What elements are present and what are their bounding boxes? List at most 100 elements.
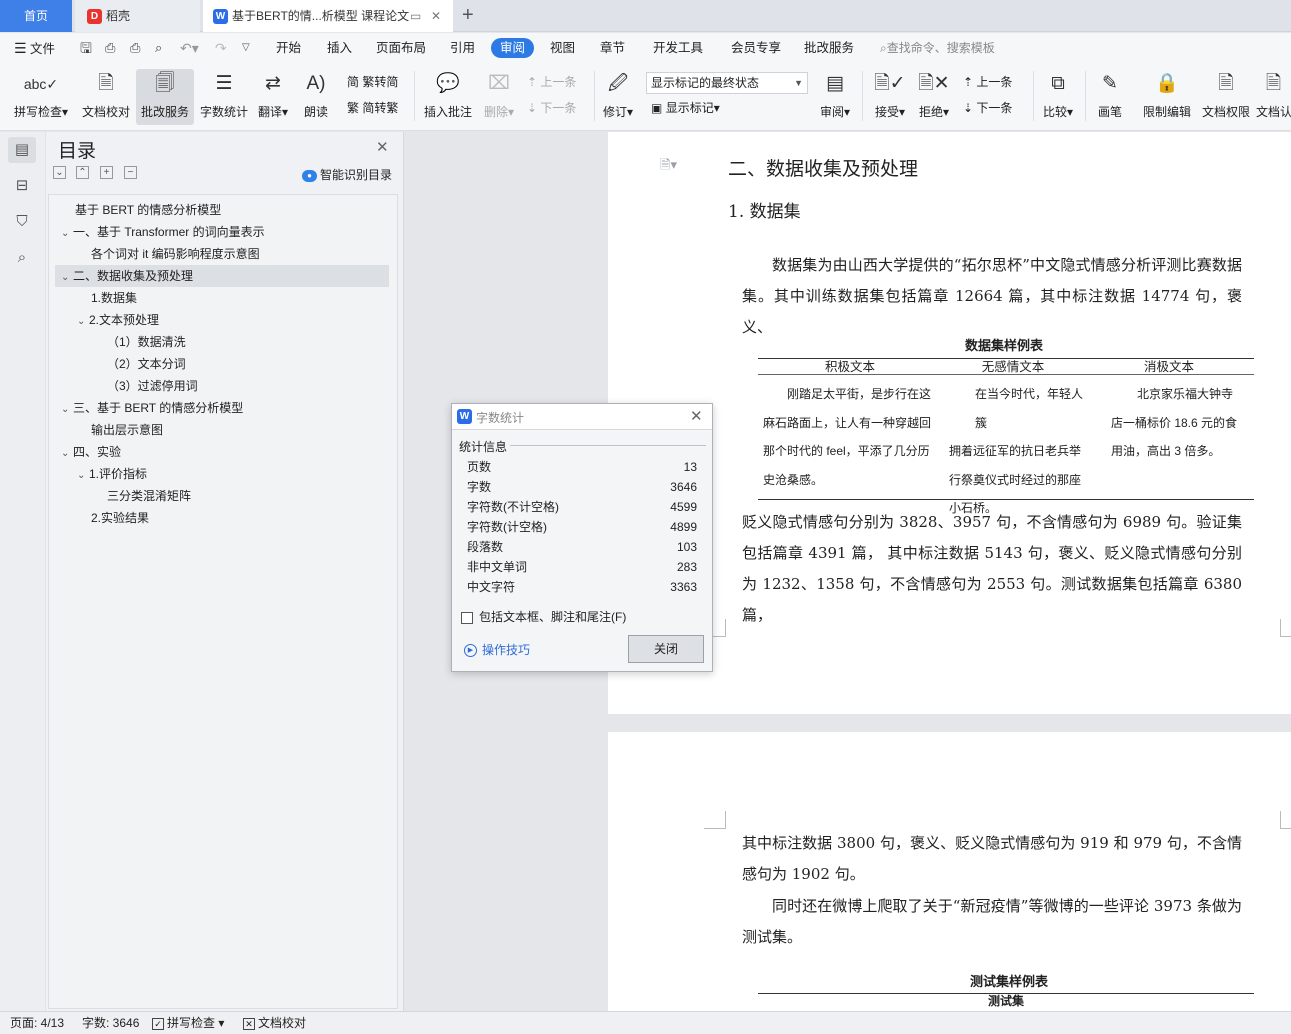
menu-member[interactable]: 会员专享: [731, 33, 781, 63]
toc-item[interactable]: ⌄ 三、基于 BERT 的情感分析模型: [55, 397, 389, 419]
menu-start[interactable]: 开始: [276, 33, 301, 63]
chevron-down-icon[interactable]: ⌄: [61, 223, 73, 245]
wps-writer-icon: W: [213, 9, 228, 25]
menu-references[interactable]: 引用: [450, 33, 475, 63]
navigation-icon[interactable]: ⊟: [8, 173, 36, 199]
toc-item[interactable]: 基于 BERT 的情感分析模型: [55, 199, 389, 221]
toc-item[interactable]: ⌄ 1.评价指标: [55, 463, 389, 485]
chevron-down-icon[interactable]: ⌄: [61, 399, 73, 421]
toc-item[interactable]: （3）过滤停用词: [55, 375, 389, 397]
compare-button[interactable]: ⧉ 比较▾: [1038, 69, 1078, 120]
to-traditional-button[interactable]: 繁 简转繁: [347, 99, 398, 116]
spell-check-toggle[interactable]: ✓ 拼写检查 ▾: [152, 1012, 224, 1034]
toc-item[interactable]: 三分类混淆矩阵: [55, 485, 389, 507]
bookmark-icon[interactable]: ⛉: [8, 209, 36, 235]
toc-panel-icon[interactable]: ▤: [8, 137, 36, 163]
toc-item[interactable]: 1.数据集: [55, 287, 389, 309]
include-textbox-checkbox[interactable]: 包括文本框、脚注和尾注(F): [461, 608, 626, 625]
menu-chapter[interactable]: 章节: [600, 33, 625, 63]
markup-state-select[interactable]: 显示标记的最终状态 ▼: [646, 72, 808, 94]
chevron-down-icon[interactable]: ⌄: [77, 465, 89, 487]
pen-button[interactable]: ✎ 画笔: [1090, 69, 1130, 120]
close-icon[interactable]: ✕: [690, 407, 703, 425]
add-heading-icon[interactable]: +: [100, 166, 113, 179]
file-menu[interactable]: ☰ 文件: [14, 33, 55, 63]
table-cell-line: 行祭奠仪式时经过的那座: [949, 472, 1082, 487]
word-count-dialog[interactable]: W 字数统计 ✕ 统计信息 页数 13 字数 3646 字符数(不计空格) 4599 …: [451, 403, 713, 672]
export-pdf-icon[interactable]: ⎙: [105, 33, 115, 63]
doc-proof-toggle[interactable]: ✕ 文档校对: [243, 1012, 306, 1034]
menu-developer[interactable]: 开发工具: [653, 33, 703, 63]
menu-correct-service[interactable]: 批改服务: [804, 33, 854, 63]
document-page[interactable]: 其中标注数据 3800 句，褒义、贬义隐式情感句为 919 和 979 句，不含…: [608, 732, 1291, 1011]
dialog-titlebar[interactable]: W 字数统计 ✕: [452, 404, 712, 430]
toc-item[interactable]: （2）文本分词: [55, 353, 389, 375]
redo-icon[interactable]: ↷: [215, 33, 227, 63]
table-header-cell: 消极文本: [1143, 360, 1194, 374]
accept-button[interactable]: 🗎✓ 接受▾: [870, 69, 910, 120]
word-count-icon: ☰: [215, 73, 233, 94]
menu-page-layout[interactable]: 页面布局: [376, 33, 426, 63]
quick-access-more-icon[interactable]: ▽: [242, 33, 250, 63]
insert-comment-button[interactable]: 💬 插入批注: [420, 69, 476, 120]
doc-cert-button[interactable]: 🗎 文档认: [1256, 69, 1291, 120]
page-indicator[interactable]: 页面: 4/13: [10, 1012, 64, 1034]
chevron-down-icon[interactable]: ⌄: [61, 443, 73, 465]
toc-item[interactable]: 输出层示意图: [55, 419, 389, 441]
track-changes-button[interactable]: 🖉 修订▾: [598, 69, 638, 120]
paragraph-style-icon[interactable]: 🗎▾: [660, 156, 677, 178]
collapse-all-icon[interactable]: ⌄: [53, 166, 66, 179]
spell-check-button[interactable]: abc✓ 拼写检查▾: [10, 69, 72, 120]
tab-document[interactable]: W 基于BERT的情...析模型 课程论文 ▭ ✕: [203, 0, 453, 32]
toc-item-selected[interactable]: ⌄ 二、数据收集及预处理: [55, 265, 389, 287]
toc-item[interactable]: 2.实验结果: [55, 507, 389, 529]
review-pane-button[interactable]: ▤ 审阅▾: [815, 69, 855, 120]
remove-heading-icon[interactable]: −: [124, 166, 137, 179]
menu-view[interactable]: 视图: [550, 33, 575, 63]
restrict-edit-button[interactable]: 🔒 限制编辑: [1138, 69, 1196, 120]
save-icon[interactable]: 🖫: [80, 33, 92, 63]
toc-item[interactable]: ⌄ 一、基于 Transformer 的词向量表示: [55, 221, 389, 243]
toc-item[interactable]: （1）数据清洗: [55, 331, 389, 353]
checkbox-box[interactable]: [461, 611, 473, 624]
margin-mark: [1280, 811, 1291, 829]
toc-item-label: 四、实验: [73, 445, 122, 459]
search-icon[interactable]: ⌕: [8, 245, 36, 271]
print-preview-icon[interactable]: ⌕: [155, 33, 162, 63]
menu-review[interactable]: 审阅: [491, 38, 535, 58]
undo-icon[interactable]: ↶▾: [180, 33, 199, 63]
next-comment-button[interactable]: ⇣ 下一条: [527, 99, 576, 116]
new-tab-button[interactable]: +: [462, 0, 474, 32]
toc-item[interactable]: ⌄ 2.文本预处理: [55, 309, 389, 331]
word-count-indicator[interactable]: 字数: 3646: [82, 1012, 139, 1034]
prev-comment-button[interactable]: ⇡ 上一条: [527, 73, 576, 90]
close-icon[interactable]: ✕: [376, 138, 389, 156]
smart-toc-button[interactable]: ● 智能识别目录: [302, 166, 392, 183]
tips-link[interactable]: ▶ 操作技巧: [464, 641, 530, 658]
to-simplified-button[interactable]: 简 繁转简: [347, 73, 398, 90]
command-search[interactable]: ⌕查找命令、搜索模板: [880, 33, 995, 63]
expand-all-icon[interactable]: ⌃: [76, 166, 89, 179]
window-icon[interactable]: ▭: [410, 0, 421, 32]
chevron-down-icon[interactable]: ⌄: [61, 267, 73, 289]
word-count-button[interactable]: ☰ 字数统计: [197, 69, 251, 120]
doc-permission-button[interactable]: 🗎 文档权限: [1198, 69, 1254, 120]
toc-item[interactable]: ⌄ 四、实验: [55, 441, 389, 463]
show-markup-button[interactable]: ▣ 显示标记▾: [651, 99, 720, 116]
menu-insert[interactable]: 插入: [327, 33, 352, 63]
translate-button[interactable]: ⇄ 翻译▾: [254, 69, 292, 120]
correct-service-button[interactable]: 🗐 批改服务: [136, 69, 194, 125]
reject-button[interactable]: 🗎✕ 拒绝▾: [914, 69, 954, 120]
tab-close-icon[interactable]: ✕: [431, 0, 441, 32]
toc-item[interactable]: 各个词对 it 编码影响程度示意图: [55, 243, 389, 265]
prev-change-button[interactable]: ⇡ 上一条: [963, 73, 1012, 90]
close-button[interactable]: 关闭: [628, 635, 704, 663]
next-change-button[interactable]: ⇣ 下一条: [963, 99, 1012, 116]
tab-home[interactable]: 首页: [0, 0, 72, 32]
doc-proof-button[interactable]: 🗎 文档校对: [78, 69, 134, 120]
delete-comment-button[interactable]: ⌧ 删除▾: [480, 69, 518, 120]
tab-daoke[interactable]: D 稻壳: [75, 0, 200, 32]
chevron-down-icon[interactable]: ⌄: [77, 311, 89, 333]
print-icon[interactable]: ⎙: [130, 33, 140, 63]
read-aloud-button[interactable]: A) 朗读: [298, 69, 334, 120]
